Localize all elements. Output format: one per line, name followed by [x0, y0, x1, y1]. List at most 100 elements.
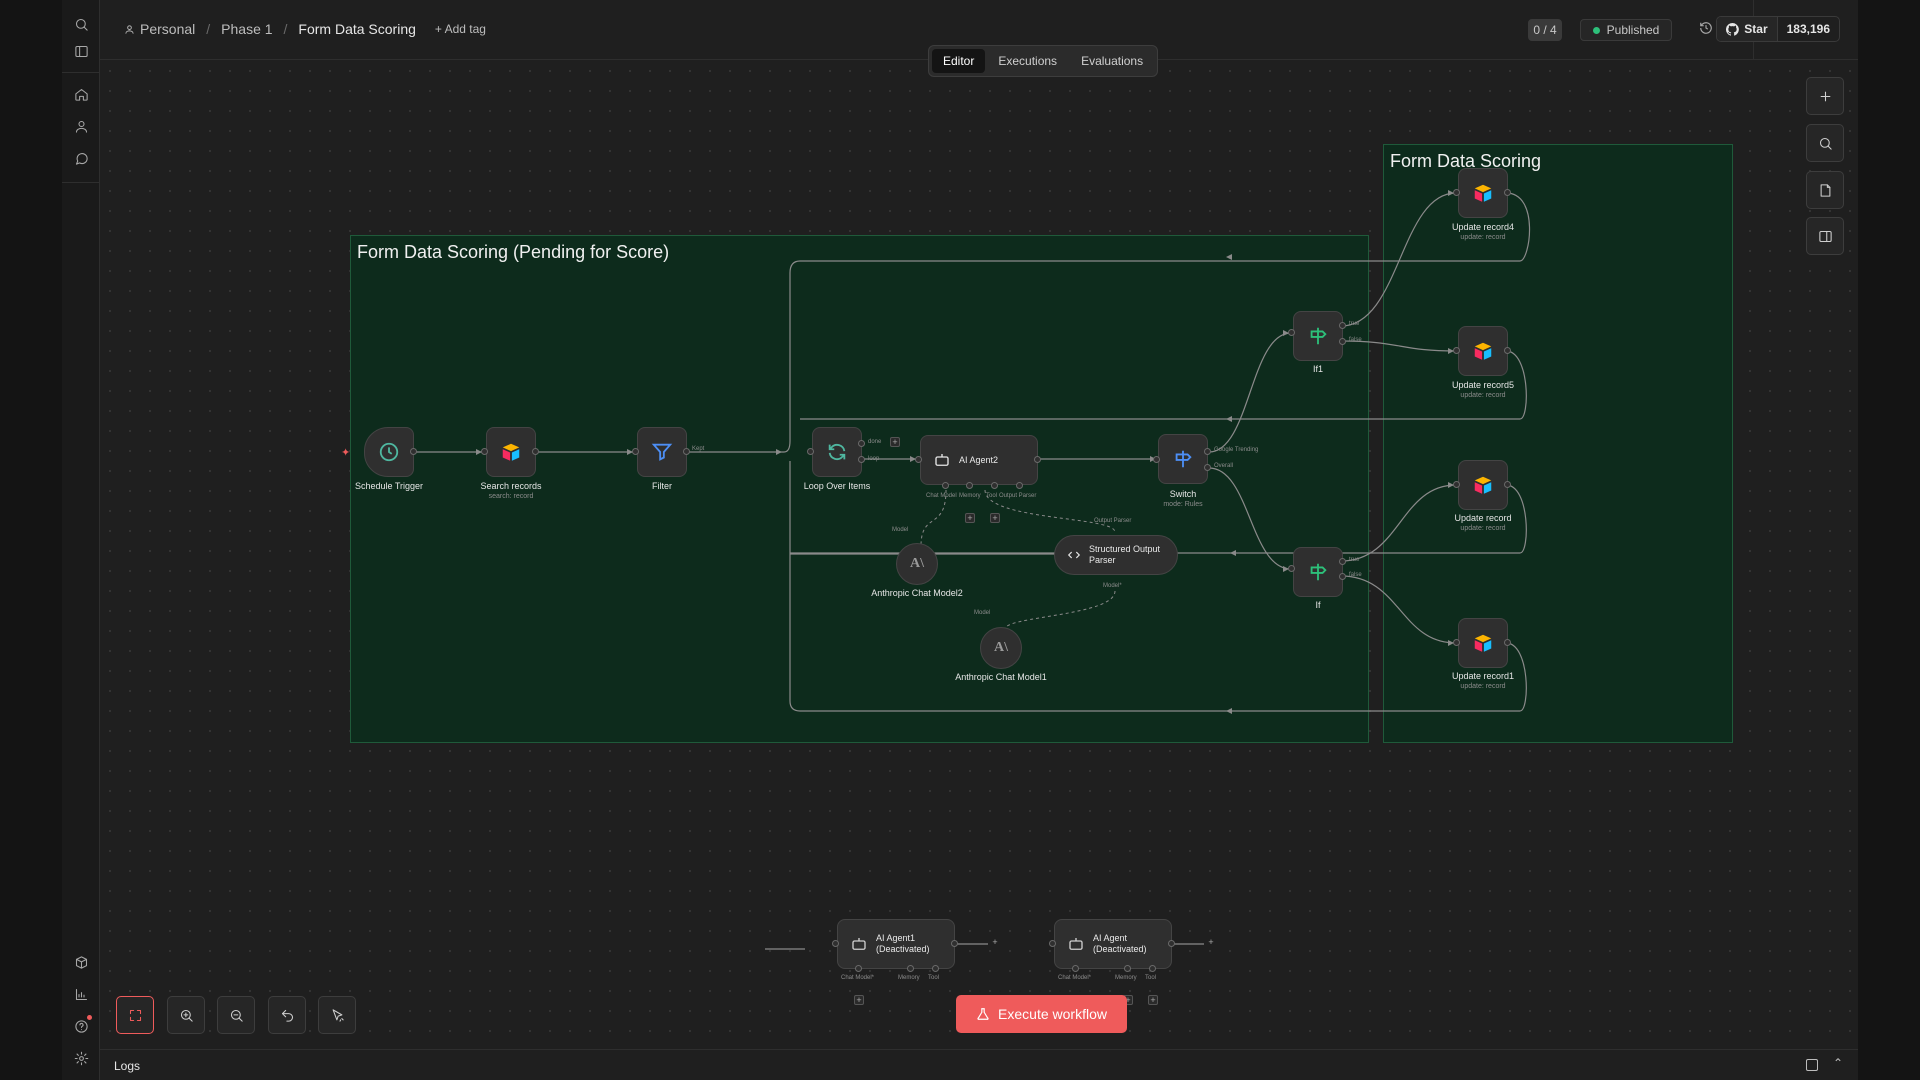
github-star-count: 183,196	[1786, 22, 1830, 36]
add-node-plus[interactable]: +	[890, 437, 900, 447]
search-nodes-button[interactable]	[1806, 124, 1844, 162]
port-label: Tool	[986, 493, 998, 499]
insights-icon[interactable]	[69, 982, 93, 1006]
robot-icon	[852, 938, 866, 950]
home-icon[interactable]	[69, 82, 93, 106]
node-if[interactable]	[1293, 547, 1343, 597]
node-loop-over-items[interactable]	[812, 427, 862, 477]
node-ai-agent1-deactivated[interactable]: AI Agent1 (Deactivated)	[837, 919, 955, 969]
cursor-sparkle-icon	[332, 1008, 344, 1022]
node-anthropic-chat-model1[interactable]: A\	[980, 627, 1022, 669]
node-label: Search records	[480, 481, 542, 491]
search-icon	[1819, 137, 1832, 150]
zoom-in-button[interactable]	[167, 996, 205, 1034]
node-filter[interactable]	[637, 427, 687, 477]
workflow-canvas[interactable]: Form Data Scoring (Pending for Score) Fo…	[100, 61, 1858, 1049]
breadcrumb-project[interactable]: Phase 1	[221, 21, 272, 37]
fit-view-icon	[129, 1009, 141, 1021]
breadcrumb-personal-label: Personal	[140, 21, 196, 37]
counter-badge: 0 / 4	[1528, 19, 1562, 41]
panel-toggle-button[interactable]	[1806, 217, 1844, 255]
add-tool-plus[interactable]: +	[990, 513, 1000, 523]
add-tool-plus[interactable]: +	[1148, 995, 1158, 1005]
node-label: Switch	[1169, 489, 1197, 499]
node-subtitle: update: record	[1460, 234, 1506, 241]
breadcrumb-personal[interactable]: Personal	[124, 21, 195, 37]
add-chat-model-plus[interactable]: +	[854, 995, 864, 1005]
airtable-icon	[1474, 634, 1492, 652]
connection-lines	[414, 190, 1531, 950]
node-switch[interactable]	[1158, 434, 1208, 484]
node-label: AI Agent (Deactivated)	[1093, 933, 1147, 954]
history-icon[interactable]	[1699, 21, 1715, 37]
github-star-button[interactable]: Star	[1717, 17, 1778, 41]
user-icon[interactable]	[69, 114, 93, 138]
counter-text: 0 / 4	[1533, 23, 1557, 37]
undo-button[interactable]	[268, 996, 306, 1034]
undo-icon	[281, 1009, 293, 1022]
node-subtitle: update: record	[1460, 392, 1506, 399]
node-search-records[interactable]	[486, 427, 536, 477]
port-label: true	[1349, 321, 1360, 327]
code-brackets-icon	[1067, 551, 1081, 559]
port-label: Model*	[1103, 583, 1122, 589]
node-label: Schedule Trigger	[354, 481, 424, 491]
if-signpost-icon	[1310, 563, 1327, 581]
execute-workflow-button[interactable]: Execute workflow	[956, 995, 1127, 1033]
popout-icon[interactable]	[1806, 1059, 1818, 1071]
workflow-title[interactable]: Form Data Scoring	[298, 21, 415, 37]
node-ai-agent2[interactable]: AI Agent2	[920, 435, 1038, 485]
node-if1[interactable]	[1293, 311, 1343, 361]
loop-icon	[828, 443, 846, 461]
node-label: Update record	[1454, 513, 1512, 523]
published-status-button[interactable]: Published	[1580, 19, 1672, 41]
zoom-out-button[interactable]	[217, 996, 255, 1034]
port-label: Tool	[928, 975, 940, 981]
add-memory-plus[interactable]: +	[965, 513, 975, 523]
node-anthropic-chat-model2[interactable]: A\	[896, 543, 938, 585]
fit-view-button[interactable]	[116, 996, 154, 1034]
add-node-button[interactable]	[1806, 77, 1844, 115]
airtable-icon	[502, 443, 520, 461]
chevron-up-icon[interactable]: ⌃	[1833, 1056, 1843, 1070]
port-label: Tool	[1145, 975, 1157, 981]
trigger-bolt-icon: ✦	[341, 447, 351, 459]
settings-gear-icon[interactable]	[69, 1046, 93, 1070]
tab-evaluations[interactable]: Evaluations	[1070, 49, 1154, 73]
add-node-plus[interactable]: +	[990, 938, 1000, 948]
add-tag-button[interactable]: + Add tag	[435, 22, 486, 36]
node-ai-agent-deactivated[interactable]: AI Agent (Deactivated)	[1054, 919, 1172, 969]
node-structured-output-parser[interactable]: Structured Output Parser	[1054, 535, 1178, 575]
if-signpost-icon	[1310, 327, 1327, 345]
anthropic-icon: A\	[994, 640, 1008, 655]
logs-panel[interactable]: Logs ⌃	[100, 1049, 1858, 1080]
port-label: loop	[868, 456, 880, 462]
chat-icon[interactable]	[69, 146, 93, 170]
templates-icon[interactable]	[69, 950, 93, 974]
add-node-plus[interactable]: +	[1206, 938, 1216, 948]
node-update-record1[interactable]	[1458, 618, 1508, 668]
sticky-note-button[interactable]	[1806, 171, 1844, 209]
node-update-record4[interactable]	[1458, 168, 1508, 218]
left-sidebar	[62, 0, 100, 1080]
node-schedule-trigger[interactable]	[364, 427, 414, 477]
panel-icon	[1818, 230, 1832, 242]
tab-editor[interactable]: Editor	[932, 49, 986, 73]
sidebar-toggle-icon[interactable]	[69, 39, 93, 63]
plus-icon	[1820, 91, 1830, 101]
port-label: true	[1349, 557, 1360, 563]
port-label: Memory	[1115, 975, 1137, 981]
tidy-up-button[interactable]	[318, 996, 356, 1034]
tab-executions[interactable]: Executions	[987, 49, 1068, 73]
help-icon[interactable]	[69, 1014, 93, 1038]
node-update-record5[interactable]	[1458, 326, 1508, 376]
port-label: Chat Model	[926, 493, 957, 499]
node-update-record[interactable]	[1458, 460, 1508, 510]
flask-icon	[977, 1008, 989, 1020]
node-label: Loop Over Items	[803, 481, 871, 491]
github-star-group[interactable]: Star 183,196	[1716, 16, 1840, 42]
port-label: Chat Model*	[1058, 975, 1092, 981]
search-icon[interactable]	[69, 12, 93, 36]
note-icon	[1820, 183, 1830, 197]
breadcrumb-separator: /	[206, 21, 211, 37]
